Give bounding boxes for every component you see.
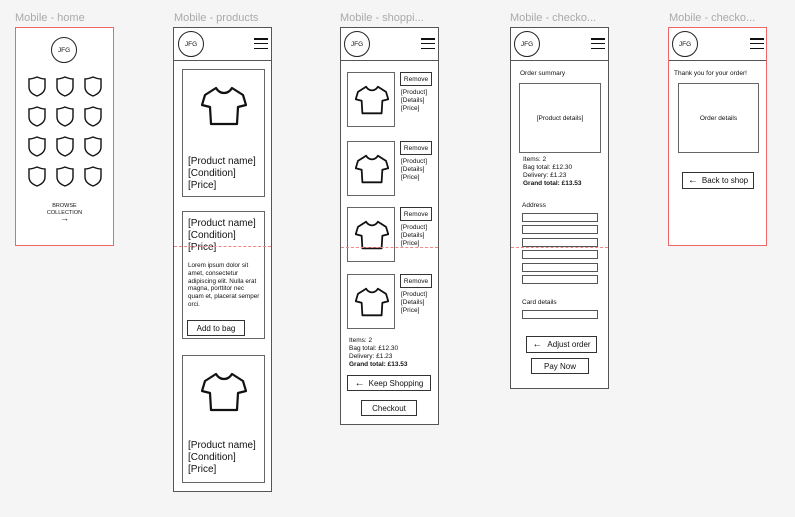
bag-item-details: [Product] [Details] [Price] (401, 291, 428, 314)
arrow-left-icon: ← (354, 377, 365, 389)
hamburger-menu-icon[interactable] (421, 38, 435, 50)
checkout-button[interactable]: Checkout (361, 400, 417, 416)
back-to-shop-label: Back to shop (701, 176, 749, 185)
tshirt-icon (355, 154, 389, 184)
bag-item-image (347, 141, 395, 196)
delivery-cost: Delivery: £1.23 (349, 353, 393, 360)
logo[interactable]: JFG (672, 31, 698, 57)
product-card-2[interactable]: [Product name] [Condition] [Price] Lorem… (182, 211, 265, 339)
address-field[interactable] (522, 213, 598, 222)
add-to-bag-button[interactable]: Add to bag (187, 320, 245, 336)
frame-shopping-bag: JFG Remove [Product] [Details] [Price] Rem… (340, 27, 439, 425)
tshirt-icon (355, 85, 389, 115)
shield-icon[interactable] (84, 76, 102, 97)
product-text: [Product name] [Condition] [Price] (188, 440, 256, 475)
card-details-field[interactable] (522, 310, 598, 319)
adjust-order-button[interactable]: ← Adjust order (526, 336, 597, 353)
shield-icon[interactable] (28, 136, 46, 157)
grand-total: Grand total: £13.53 (349, 361, 408, 368)
card-details-label: Card details (522, 299, 557, 306)
product-text: [Product name] [Condition] [Price] (188, 156, 256, 191)
shield-icon[interactable] (28, 166, 46, 187)
logo[interactable]: JFG (51, 37, 77, 63)
arrow-left-icon: ← (687, 175, 698, 186)
remove-button[interactable]: Remove (400, 207, 432, 221)
hamburger-menu-icon[interactable] (254, 38, 268, 50)
bag-item-details: [Product] [Details] [Price] (401, 224, 428, 247)
tshirt-icon (355, 287, 389, 317)
tshirt-icon (201, 86, 247, 126)
order-summary-label: Order summary (520, 70, 566, 77)
logo[interactable]: JFG (344, 31, 370, 57)
back-to-shop-button[interactable]: ← Back to shop (682, 172, 754, 189)
shield-icon[interactable] (56, 106, 74, 127)
frame-products: JFG [Product name] [Condition] [Price] [… (173, 27, 272, 492)
bag-total: Bag total: £12.30 (523, 164, 573, 171)
bag-item-details: [Product] [Details] [Price] (401, 158, 428, 181)
address-field[interactable] (522, 250, 598, 260)
frame-title-products: Mobile - products (174, 12, 259, 24)
bag-item-image (347, 72, 395, 127)
product-card-1[interactable]: [Product name] [Condition] [Price] (182, 69, 265, 197)
shield-grid (28, 76, 104, 191)
product-details-box: [Product details] (519, 83, 601, 153)
logo[interactable]: JFG (178, 31, 204, 57)
address-field[interactable] (522, 262, 598, 272)
shield-icon[interactable] (84, 136, 102, 157)
hamburger-menu-icon[interactable] (591, 38, 605, 50)
address-field[interactable] (522, 275, 598, 284)
keep-shopping-label: Keep Shopping (368, 378, 424, 388)
arrow-right-icon[interactable]: → (16, 214, 113, 223)
logo[interactable]: JFG (514, 31, 540, 57)
frame-home: JFG BROWSE COLLECTION → (15, 27, 114, 246)
remove-button[interactable]: Remove (400, 274, 432, 288)
shield-icon[interactable] (56, 166, 74, 187)
remove-button[interactable]: Remove (400, 141, 432, 155)
shield-icon[interactable] (84, 106, 102, 127)
arrow-left-icon: ← (532, 339, 543, 350)
product-text: [Product name] [Condition] [Price] (188, 218, 256, 253)
shield-icon[interactable] (84, 166, 102, 187)
frame-order-confirmation: JFG Thank you for your order! Order deta… (668, 27, 767, 246)
frame-checkout: JFG Order summary [Product details] Item… (510, 27, 609, 389)
frame-title-checkout-2: Mobile - checko... (669, 12, 756, 24)
frame-title-shopping: Mobile - shoppi... (340, 12, 424, 24)
shield-icon[interactable] (28, 106, 46, 127)
bag-item-image (347, 207, 395, 262)
bag-item-details: [Product] [Details] [Price] (401, 89, 428, 112)
shield-icon[interactable] (56, 76, 74, 97)
shield-icon[interactable] (28, 76, 46, 97)
keep-shopping-button[interactable]: ← Keep Shopping (347, 375, 431, 391)
product-details-label: [Product details] (536, 115, 584, 122)
tshirt-icon (355, 220, 389, 250)
items-count: Items: 2 (349, 337, 373, 344)
address-field[interactable] (522, 237, 598, 247)
order-details-label: Order details (699, 115, 738, 122)
pay-now-button[interactable]: Pay Now (531, 358, 589, 374)
address-label: Address (522, 202, 546, 209)
bag-item-image (347, 274, 395, 329)
frame-title-checkout-1: Mobile - checko... (510, 12, 597, 24)
thank-you-message: Thank you for your order! (674, 70, 747, 77)
delivery-cost: Delivery: £1.23 (523, 172, 567, 179)
product-description: Lorem ipsum dolor sit amet, consectetur … (188, 262, 260, 308)
tshirt-icon (201, 372, 247, 412)
bag-total: Bag total: £12.30 (349, 345, 399, 352)
product-card-3[interactable]: [Product name] [Condition] [Price] (182, 355, 265, 483)
shield-icon[interactable] (56, 136, 74, 157)
remove-button[interactable]: Remove (400, 72, 432, 86)
adjust-order-label: Adjust order (547, 340, 591, 349)
frame-title-home: Mobile - home (15, 12, 85, 24)
address-field[interactable] (522, 225, 598, 235)
hamburger-menu-icon[interactable] (750, 38, 764, 50)
grand-total: Grand total: £13.53 (523, 180, 582, 187)
order-details-box: Order details (678, 83, 759, 153)
items-count: Items: 2 (523, 156, 547, 163)
